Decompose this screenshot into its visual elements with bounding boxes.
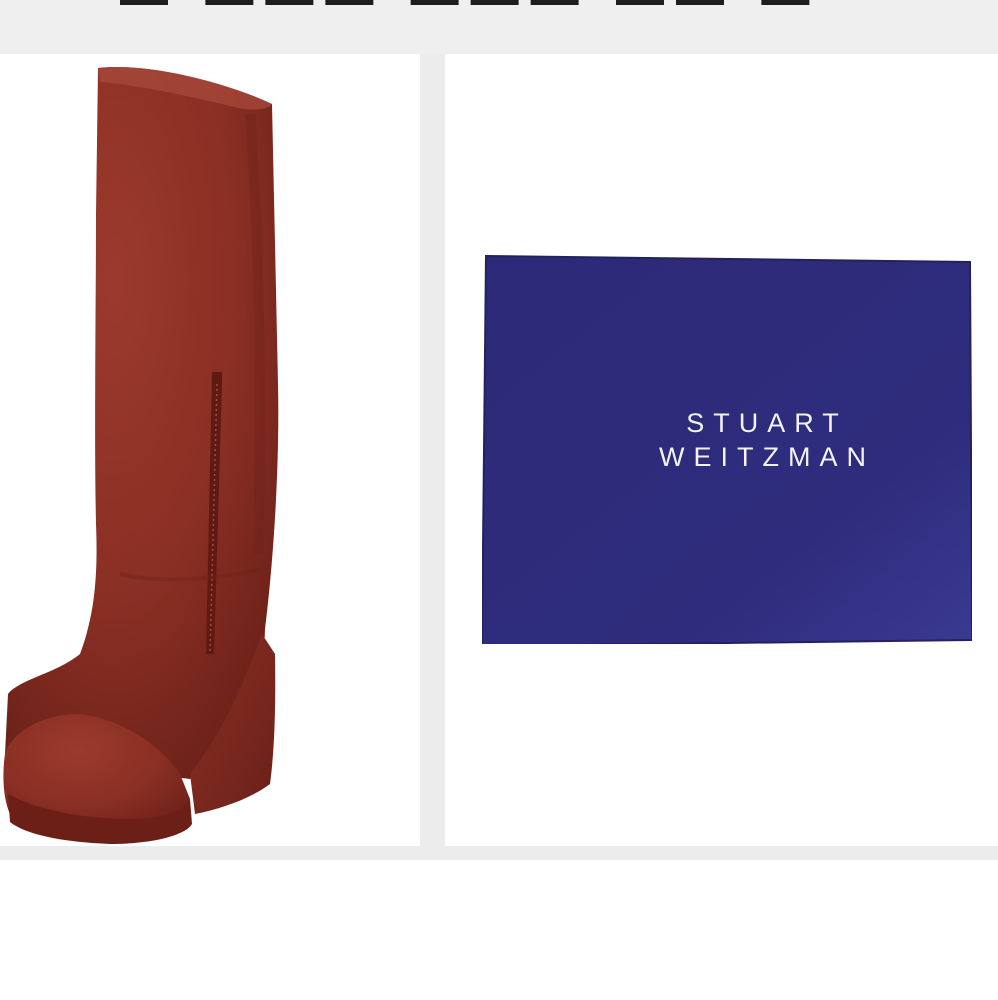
brand-line-1: STUART bbox=[686, 408, 848, 438]
photo-gallery: STUART WEITZMAN bbox=[0, 54, 998, 860]
top-banner-strip: ▬ ▬▬▬ ▬▬▬ ▬▬ ▬ bbox=[0, 0, 998, 54]
cropped-heading-fragment: ▬ ▬▬▬ ▬▬▬ ▬▬ ▬ bbox=[120, 0, 821, 17]
bottom-whitespace bbox=[0, 860, 998, 1000]
boot-photo-tile[interactable] bbox=[0, 54, 420, 846]
box-brand-logo: STUART WEITZMAN bbox=[482, 406, 972, 474]
box-photo-tile[interactable]: STUART WEITZMAN bbox=[445, 54, 998, 846]
brand-line-2: WEITZMAN bbox=[659, 442, 875, 472]
boot-icon bbox=[3, 66, 279, 844]
shoe-box: STUART WEITZMAN bbox=[482, 254, 972, 644]
